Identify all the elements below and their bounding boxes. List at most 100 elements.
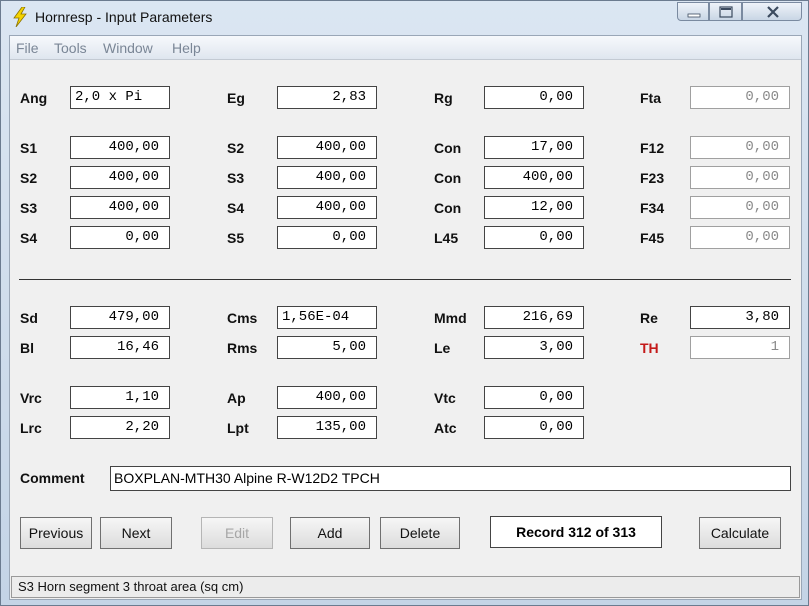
label-con-1: Con xyxy=(434,140,462,156)
add-button[interactable]: Add xyxy=(290,517,370,549)
field-s2-upper[interactable]: 400,00 xyxy=(277,136,377,159)
maximize-button[interactable] xyxy=(709,2,742,21)
field-s4[interactable]: 0,00 xyxy=(70,226,170,249)
calculate-button[interactable]: Calculate xyxy=(699,517,781,549)
section-divider xyxy=(19,279,791,280)
label-comment: Comment xyxy=(20,470,85,486)
comment-input[interactable]: BOXPLAN-MTH30 Alpine R-W12D2 TPCH xyxy=(110,466,791,491)
field-bl[interactable]: 16,46 xyxy=(70,336,170,359)
label-l45: L45 xyxy=(434,230,459,246)
window-title: Hornresp - Input Parameters xyxy=(35,9,213,25)
field-lrc[interactable]: 2,20 xyxy=(70,416,170,439)
status-bar: S3 Horn segment 3 throat area (sq cm) xyxy=(11,576,800,598)
field-mmd[interactable]: 216,69 xyxy=(484,306,584,329)
label-f45: F45 xyxy=(640,230,665,246)
label-s1: S1 xyxy=(20,140,38,156)
label-bl: Bl xyxy=(20,340,34,356)
next-button[interactable]: Next xyxy=(100,517,172,549)
label-s3: S3 xyxy=(20,200,38,216)
label-s2: S2 xyxy=(20,170,38,186)
calculate-button-label: Calculate xyxy=(710,525,770,541)
label-vrc: Vrc xyxy=(20,390,42,406)
field-con-3[interactable]: 12,00 xyxy=(484,196,584,219)
menu-help[interactable]: Help xyxy=(172,40,201,56)
menu-bar: File Tools Window Help xyxy=(10,36,801,60)
label-vtc: Vtc xyxy=(434,390,456,406)
field-ang[interactable]: 2,0 x Pi xyxy=(70,86,170,109)
field-s2[interactable]: 400,00 xyxy=(70,166,170,189)
field-con-1[interactable]: 17,00 xyxy=(484,136,584,159)
label-lpt: Lpt xyxy=(227,420,249,436)
label-atc: Atc xyxy=(434,420,457,436)
field-lpt[interactable]: 135,00 xyxy=(277,416,377,439)
menu-file[interactable]: File xyxy=(16,40,39,56)
client-area: File Tools Window Help Ang 2,0 x Pi Eg 2… xyxy=(9,35,802,600)
field-s1[interactable]: 400,00 xyxy=(70,136,170,159)
edit-button-label: Edit xyxy=(224,525,250,541)
field-l45[interactable]: 0,00 xyxy=(484,226,584,249)
field-s3[interactable]: 400,00 xyxy=(70,196,170,219)
label-f34: F34 xyxy=(640,200,665,216)
label-s2-upper: S2 xyxy=(227,140,245,156)
lightning-bolt-icon xyxy=(13,7,27,27)
label-le: Le xyxy=(434,340,451,356)
delete-button[interactable]: Delete xyxy=(380,517,460,549)
label-f12: F12 xyxy=(640,140,665,156)
field-rms[interactable]: 5,00 xyxy=(277,336,377,359)
field-vrc[interactable]: 1,10 xyxy=(70,386,170,409)
label-re: Re xyxy=(640,310,658,326)
label-s4: S4 xyxy=(20,230,38,246)
label-con-2: Con xyxy=(434,170,462,186)
field-eg[interactable]: 2,83 xyxy=(277,86,377,109)
menu-tools[interactable]: Tools xyxy=(54,40,87,56)
label-ap: Ap xyxy=(227,390,246,406)
field-atc[interactable]: 0,00 xyxy=(484,416,584,439)
label-fta: Fta xyxy=(640,90,661,106)
field-f12: 0,00 xyxy=(690,136,790,159)
label-rms: Rms xyxy=(227,340,258,356)
label-rg: Rg xyxy=(434,90,453,106)
field-s3-upper[interactable]: 400,00 xyxy=(277,166,377,189)
field-rg[interactable]: 0,00 xyxy=(484,86,584,109)
field-s5[interactable]: 0,00 xyxy=(277,226,377,249)
label-sd: Sd xyxy=(20,310,38,326)
maximize-icon xyxy=(719,6,733,18)
field-re[interactable]: 3,80 xyxy=(690,306,790,329)
label-mmd: Mmd xyxy=(434,310,467,326)
close-icon xyxy=(767,6,779,18)
label-th: TH xyxy=(640,340,659,356)
title-bar[interactable]: Hornresp - Input Parameters xyxy=(1,1,808,35)
edit-button: Edit xyxy=(201,517,273,549)
field-sd[interactable]: 479,00 xyxy=(70,306,170,329)
field-ap[interactable]: 400,00 xyxy=(277,386,377,409)
label-s4-upper: S4 xyxy=(227,200,245,216)
menu-window[interactable]: Window xyxy=(103,40,153,56)
field-vtc[interactable]: 0,00 xyxy=(484,386,584,409)
main-window: Hornresp - Input Parameters File Tools W… xyxy=(0,0,809,606)
label-ang: Ang xyxy=(20,90,48,106)
field-f34: 0,00 xyxy=(690,196,790,219)
label-f23: F23 xyxy=(640,170,665,186)
minimize-icon xyxy=(687,13,701,18)
field-f23: 0,00 xyxy=(690,166,790,189)
field-f45: 0,00 xyxy=(690,226,790,249)
next-button-label: Next xyxy=(121,525,151,541)
field-cms[interactable]: 1,56E-04 xyxy=(277,306,377,329)
close-button[interactable] xyxy=(742,2,802,21)
field-con-2[interactable]: 400,00 xyxy=(484,166,584,189)
label-con-3: Con xyxy=(434,200,462,216)
previous-button[interactable]: Previous xyxy=(20,517,92,549)
label-s3-upper: S3 xyxy=(227,170,245,186)
add-button-label: Add xyxy=(317,525,343,541)
label-cms: Cms xyxy=(227,310,258,326)
delete-button-label: Delete xyxy=(399,525,441,541)
record-indicator: Record 312 of 313 xyxy=(490,516,662,548)
field-le[interactable]: 3,00 xyxy=(484,336,584,359)
previous-button-label: Previous xyxy=(28,525,84,541)
label-eg: Eg xyxy=(227,90,245,106)
minimize-button[interactable] xyxy=(677,2,709,21)
field-th: 1 xyxy=(690,336,790,359)
label-s5: S5 xyxy=(227,230,245,246)
field-s4-upper[interactable]: 400,00 xyxy=(277,196,377,219)
label-lrc: Lrc xyxy=(20,420,42,436)
